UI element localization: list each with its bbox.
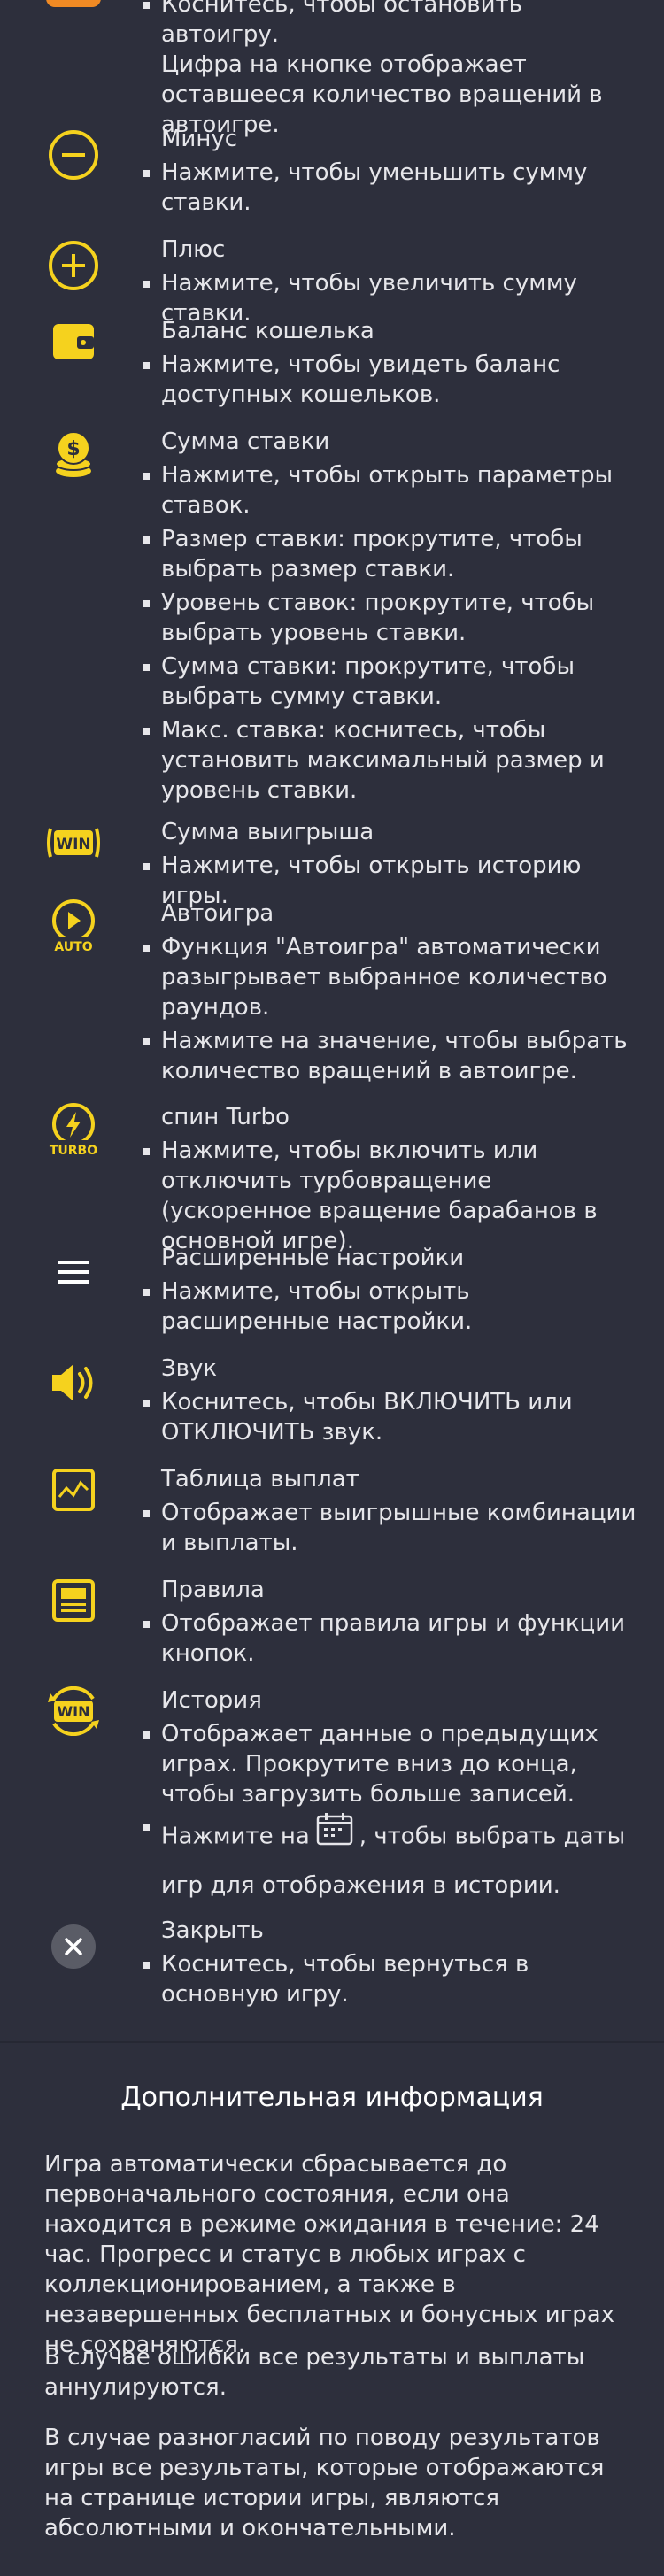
item-title: Сумма выигрыша	[161, 819, 374, 845]
minus-icon	[44, 126, 103, 184]
paytable-chart-icon	[44, 1461, 103, 1519]
history-win-icon: WIN	[44, 1682, 103, 1740]
item-title: Минус	[161, 126, 238, 152]
more-info-title: Дополнительная информация	[120, 2082, 544, 2113]
autoplay-stop-line-3: оставшееся количество вращений в	[161, 81, 603, 108]
wallet-icon	[44, 312, 103, 371]
item-bullet: Нажмите, чтобы открыть параметры ставок.	[143, 460, 639, 521]
item-title: Таблица выплат	[161, 1466, 359, 1492]
calendar-suffix: , чтобы выбрать даты	[359, 1823, 626, 1850]
item-bullet: Функция "Автоигра" автоматически разыгры…	[143, 932, 639, 1022]
calendar-line-2: игр для отображения в истории.	[161, 1872, 560, 1899]
item-title: Автоигра	[161, 900, 274, 927]
auto-label: AUTO	[54, 940, 92, 954]
win-label: WIN	[56, 836, 90, 853]
more-info-paragraph: В случае ошибки все результаты и выплаты…	[44, 2344, 585, 2401]
item-bullet: Нажмите, чтобы уменьшить сумму ставки.	[143, 158, 639, 218]
section-divider	[0, 2041, 664, 2043]
calendar-icon[interactable]	[315, 1811, 354, 1863]
item-title: Закрыть	[161, 1917, 264, 1944]
item-title: История	[161, 1687, 262, 1714]
more-info-paragraph: Игра автоматически сбрасывается до перво…	[44, 2151, 615, 2358]
autoplay-stop-line-1: Коснитесь, чтобы остановить автоигру.	[161, 0, 522, 48]
item-bullet: Отображает выигрышные комбинации и выпла…	[143, 1498, 639, 1558]
item-bullet: Размер ставки: прокрутите, чтобы выбрать…	[143, 524, 639, 584]
turbo-icon: TURBO	[44, 1100, 103, 1159]
item-bullet: Макс. ставка: коснитесь, чтобы установит…	[143, 715, 639, 806]
coins-stack-icon: $	[44, 425, 103, 483]
item-bullet: Отображает данные о предыдущих играх. Пр…	[143, 1719, 639, 1809]
item-title: Расширенные настройки	[161, 1245, 465, 1271]
item-title: Правила	[161, 1577, 265, 1603]
history-win-label: WIN	[58, 1703, 90, 1720]
calendar-bullet: Нажмите на , чтобы выбрать даты игр для о…	[143, 1811, 639, 1909]
item-title: Звук	[161, 1355, 218, 1382]
item-bullet: Коснитесь, чтобы ВКЛЮЧИТЬ или ОТКЛЮЧИТЬ …	[143, 1387, 639, 1447]
item-title: Сумма ставки	[161, 428, 330, 455]
hamburger-menu-icon	[44, 1243, 103, 1301]
item-bullet: Сумма ставки: прокрутите, чтобы выбрать …	[143, 652, 639, 712]
plus-icon	[44, 236, 103, 295]
autoplay-stop-button-partial	[46, 0, 101, 7]
item-title: спин Turbo	[161, 1104, 290, 1130]
autoplay-icon: AUTO	[44, 897, 103, 955]
item-bullet: Нажмите, чтобы открыть расширенные настр…	[143, 1276, 639, 1337]
svg-text:$: $	[66, 438, 80, 460]
item-bullet: Нажмите, чтобы увидеть баланс доступных …	[143, 350, 639, 410]
item-bullet: Уровень ставок: прокрутите, чтобы выбрат…	[143, 588, 639, 648]
calendar-prefix: Нажмите на	[161, 1823, 310, 1850]
speaker-icon	[44, 1354, 103, 1412]
item-title: Баланс кошелька	[161, 318, 374, 344]
autoplay-stop-line-2: Цифра на кнопке отображает	[161, 51, 527, 78]
item-title: Плюс	[161, 236, 226, 263]
rules-document-icon	[44, 1571, 103, 1630]
turbo-label: TURBO	[50, 1144, 97, 1158]
more-info-paragraph: В случае разногласий по поводу результат…	[44, 2425, 605, 2541]
item-bullet: Нажмите на значение, чтобы выбрать колич…	[143, 1026, 639, 1086]
close-icon	[44, 1917, 103, 1976]
item-bullet: Нажмите, чтобы включить или отключить ту…	[143, 1136, 639, 1256]
item-bullet: Коснитесь, чтобы вернуться в основную иг…	[143, 1949, 639, 2009]
item-bullet: Отображает правила игры и функции кнопок…	[143, 1608, 639, 1669]
autoplay-stop-bullet: Коснитесь, чтобы остановить автоигру. Ци…	[143, 0, 639, 140]
win-badge-icon: WIN	[44, 814, 103, 872]
